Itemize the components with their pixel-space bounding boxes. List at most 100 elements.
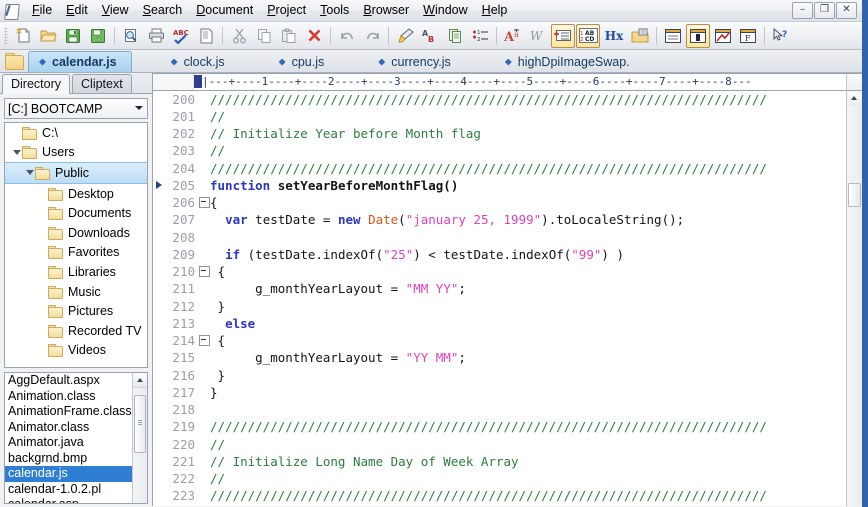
file-list-item[interactable]: calendar.asp [5, 497, 132, 504]
code-line[interactable]: 200/////////////////////////////////////… [153, 91, 862, 108]
panel-list-icon[interactable] [661, 24, 685, 48]
breakpoint-gutter[interactable] [153, 91, 165, 108]
document-tab-cpu-js[interactable]: cpu.js [268, 51, 340, 72]
menu-view[interactable]: View [95, 1, 136, 20]
menu-project[interactable]: Project [260, 1, 313, 20]
maximize-button[interactable]: ❐ [814, 2, 835, 19]
tree-item-c[interactable]: C:\ [5, 123, 147, 143]
file-list-item[interactable]: Animator.java [5, 435, 132, 451]
redo-icon[interactable] [360, 24, 384, 48]
code-line[interactable]: 207 var testDate = new Date("january 25,… [153, 211, 862, 228]
scroll-thumb[interactable] [134, 395, 146, 453]
breakpoint-gutter[interactable] [153, 246, 165, 263]
tree-item-pictures[interactable]: Pictures [5, 301, 147, 321]
tab-cliptext[interactable]: Cliptext [72, 74, 132, 93]
minimize-button[interactable]: – [792, 2, 813, 19]
code-line[interactable]: 215 g_monthYearLayout = "YY MM"; [153, 349, 862, 366]
panel-detail-icon[interactable] [686, 24, 710, 48]
tree-item-recorded-tv[interactable]: Recorded TV [5, 321, 147, 341]
file-list-item[interactable]: AggDefault.aspx [5, 373, 132, 389]
open-project-folder-icon[interactable] [4, 52, 24, 71]
page-setup-icon[interactable] [194, 24, 218, 48]
breakpoint-gutter[interactable] [153, 453, 165, 470]
line-numbers-icon[interactable] [551, 24, 575, 48]
panel-function-icon[interactable]: F [736, 24, 760, 48]
code-line[interactable]: 208 [153, 229, 862, 246]
document-tab-highdpiimageswap[interactable]: highDpiImageSwap. [494, 51, 645, 72]
tree-item-documents[interactable]: Documents [5, 203, 147, 223]
menu-document[interactable]: Document [189, 1, 260, 20]
clipboard-copy-icon[interactable] [443, 24, 467, 48]
file-list-item[interactable]: calendar.js [5, 466, 132, 482]
editor-scroll-up-button[interactable] [847, 91, 862, 106]
code-line[interactable]: 201// [153, 108, 862, 125]
menu-search[interactable]: Search [136, 1, 190, 20]
code-line[interactable]: 203// [153, 142, 862, 159]
code-line[interactable]: 213 else [153, 315, 862, 332]
breakpoint-gutter[interactable] [153, 315, 165, 332]
code-line[interactable]: 209 if (testDate.indexOf("25") < testDat… [153, 246, 862, 263]
breakpoint-gutter[interactable] [153, 194, 165, 211]
tree-item-music[interactable]: Music [5, 282, 147, 302]
code-line[interactable]: 223/////////////////////////////////////… [153, 487, 862, 504]
breakpoint-gutter[interactable] [153, 505, 165, 506]
scroll-up-button[interactable] [133, 373, 147, 388]
file-list-item[interactable]: calendar-1.0.2.pl [5, 482, 132, 498]
indent-list-icon[interactable]: 1 2 [468, 24, 492, 48]
code-line[interactable]: 206{ [153, 194, 862, 211]
hex-edit-icon[interactable]: Hx [601, 24, 627, 48]
cut-icon[interactable] [227, 24, 251, 48]
highlight-icon[interactable] [393, 24, 417, 48]
code-line[interactable]: 204/////////////////////////////////////… [153, 160, 862, 177]
breakpoint-gutter[interactable] [153, 384, 165, 401]
expander-open-icon[interactable] [11, 143, 22, 163]
file-list-item[interactable]: backgrnd.bmp [5, 451, 132, 467]
code-lines[interactable]: 200/////////////////////////////////////… [153, 91, 862, 506]
menu-help[interactable]: Help [475, 1, 515, 20]
breakpoint-gutter[interactable] [153, 108, 165, 125]
breakpoint-gutter[interactable] [153, 349, 165, 366]
menu-browser[interactable]: Browser [356, 1, 416, 20]
breakpoint-gutter[interactable] [153, 367, 165, 384]
file-list-item[interactable]: Animation.class [5, 389, 132, 405]
toolbar-grip[interactable] [4, 27, 8, 45]
code-line[interactable]: 217} [153, 384, 862, 401]
properties-icon[interactable] [628, 24, 652, 48]
breakpoint-gutter[interactable] [153, 229, 165, 246]
fold-toggle-icon[interactable] [197, 194, 210, 211]
close-button[interactable]: ✕ [836, 2, 857, 19]
breakpoint-gutter[interactable] [153, 436, 165, 453]
breakpoint-gutter[interactable] [153, 298, 165, 315]
word-wrap-icon[interactable]: W [526, 24, 550, 48]
execution-pointer-icon[interactable] [153, 177, 165, 194]
file-list-item[interactable]: Animator.class [5, 420, 132, 436]
code-line[interactable]: 219/////////////////////////////////////… [153, 418, 862, 435]
breakpoint-gutter[interactable] [153, 401, 165, 418]
tree-item-favorites[interactable]: Favorites [5, 243, 147, 263]
sort-ab-icon[interactable]: 1 2 AB CD [576, 24, 600, 48]
find-replace-icon[interactable]: A B [418, 24, 442, 48]
drive-selector[interactable]: [C:] BOOTCAMP [4, 98, 148, 119]
code-line[interactable]: 202// Initialize Year before Month flag [153, 125, 862, 142]
code-line[interactable]: 218 [153, 401, 862, 418]
context-help-icon[interactable]: ? [769, 24, 793, 48]
new-file-icon[interactable] [11, 24, 35, 48]
tree-item-downloads[interactable]: Downloads [5, 223, 147, 243]
breakpoint-gutter[interactable] [153, 211, 165, 228]
document-tab-clock-js[interactable]: clock.js [160, 51, 240, 72]
code-line[interactable]: 216 } [153, 367, 862, 384]
directory-tree[interactable]: C:\UsersPublicDesktopDocumentsDownloadsF… [4, 122, 148, 368]
save-icon[interactable] [61, 24, 85, 48]
breakpoint-gutter[interactable] [153, 125, 165, 142]
tree-item-desktop[interactable]: Desktop [5, 184, 147, 204]
menu-tools[interactable]: Tools [313, 1, 356, 20]
fold-toggle-icon[interactable] [197, 332, 210, 349]
paste-icon[interactable] [277, 24, 301, 48]
panel-output-icon[interactable] [711, 24, 735, 48]
breakpoint-gutter[interactable] [153, 470, 165, 487]
document-tab-calendar-js[interactable]: calendar.js [28, 51, 132, 72]
delete-icon[interactable] [302, 24, 326, 48]
code-line[interactable]: 211 g_monthYearLayout = "MM YY"; [153, 280, 862, 297]
undo-icon[interactable] [335, 24, 359, 48]
file-list[interactable]: AggDefault.aspxAnimation.classAnimationF… [4, 372, 148, 504]
